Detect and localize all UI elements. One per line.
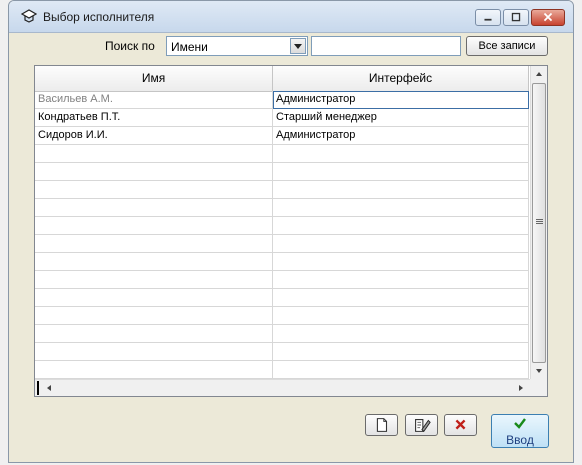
search-by-label: Поиск по [105, 39, 155, 53]
table-row[interactable]: Кондратьев П.Т. Старший менеджер [35, 109, 529, 127]
table-header: Имя Интерфейс [35, 66, 529, 92]
table-row[interactable]: Васильев А.М. Администратор [35, 91, 529, 109]
close-button[interactable] [531, 9, 565, 26]
column-header-name[interactable]: Имя [35, 66, 273, 91]
horizontal-scrollbar[interactable] [35, 379, 530, 396]
restore-icon [511, 12, 521, 22]
cell-interface[interactable] [273, 217, 529, 235]
cell-interface[interactable] [273, 325, 529, 343]
all-records-button[interactable]: Все записи [466, 36, 548, 56]
search-field-select[interactable]: Имени [166, 36, 308, 56]
arrow-up-icon [536, 72, 542, 76]
minimize-icon [484, 18, 492, 21]
cell-name[interactable]: Сидоров И.И. [35, 127, 273, 145]
table-row[interactable] [35, 289, 529, 307]
vertical-scroll-thumb[interactable] [532, 83, 546, 363]
cell-interface[interactable] [273, 181, 529, 199]
dialog-body: Поиск по Имени Все записи Имя Интерфейс … [9, 33, 573, 462]
arrow-down-icon [536, 369, 542, 373]
maximize-button[interactable] [503, 9, 529, 26]
window-title: Выбор исполнителя [43, 10, 155, 24]
cell-interface[interactable] [273, 145, 529, 163]
cell-interface[interactable] [273, 163, 529, 181]
table-row[interactable] [35, 307, 529, 325]
edit-record-button[interactable] [405, 414, 438, 436]
all-records-label: Все записи [478, 40, 536, 52]
edit-document-icon [415, 419, 431, 433]
cell-interface[interactable] [273, 361, 529, 379]
new-document-icon [376, 418, 388, 432]
cell-interface[interactable]: Администратор [273, 127, 529, 145]
arrow-left-icon [47, 385, 51, 391]
cell-interface[interactable]: Старший менеджер [273, 109, 529, 127]
close-icon [543, 12, 553, 22]
arrow-right-icon [519, 385, 523, 391]
checkmark-icon [492, 416, 548, 434]
dropdown-button[interactable] [290, 38, 306, 54]
scroll-down-button[interactable] [531, 363, 547, 379]
vertical-scrollbar[interactable] [530, 66, 547, 379]
cell-interface[interactable] [273, 343, 529, 361]
scroll-up-button[interactable] [531, 66, 547, 82]
delete-record-button[interactable] [444, 414, 477, 436]
table-row[interactable] [35, 163, 529, 181]
scroll-right-button[interactable] [513, 380, 529, 396]
cell-name[interactable] [35, 181, 273, 199]
app-icon [21, 9, 37, 23]
cell-interface[interactable] [273, 235, 529, 253]
scroll-left-button[interactable] [41, 380, 57, 396]
title-bar[interactable]: Выбор исполнителя [9, 1, 573, 33]
cell-name[interactable] [35, 145, 273, 163]
cell-name[interactable] [35, 199, 273, 217]
cell-name[interactable] [35, 235, 273, 253]
table-row[interactable] [35, 235, 529, 253]
performers-table[interactable]: Имя Интерфейс Васильев А.М. Администратор… [34, 65, 548, 397]
table-row[interactable] [35, 199, 529, 217]
table-row[interactable] [35, 253, 529, 271]
new-record-button[interactable] [365, 414, 398, 436]
table-row[interactable] [35, 145, 529, 163]
cell-interface[interactable] [273, 307, 529, 325]
search-input[interactable] [311, 36, 461, 56]
table-row[interactable] [35, 343, 529, 361]
table-row[interactable] [35, 325, 529, 343]
column-header-interface[interactable]: Интерфейс [273, 66, 529, 91]
cell-name[interactable]: Кондратьев П.Т. [35, 109, 273, 127]
cell-interface[interactable] [273, 289, 529, 307]
dialog-window: Выбор исполнителя Поиск по Имени Все зап… [8, 0, 574, 463]
cell-name[interactable] [35, 343, 273, 361]
cell-name[interactable] [35, 253, 273, 271]
chevron-down-icon [294, 44, 302, 49]
cell-name[interactable] [35, 271, 273, 289]
enter-button[interactable]: Ввод [491, 414, 549, 448]
enter-label: Ввод [506, 433, 534, 447]
cell-name[interactable] [35, 361, 273, 379]
scrollbar-corner [530, 379, 547, 396]
cell-interface[interactable] [273, 271, 529, 289]
table-row[interactable] [35, 361, 529, 379]
scroll-grip-icon [536, 219, 543, 225]
cell-name[interactable] [35, 307, 273, 325]
search-field-value: Имени [171, 40, 208, 54]
cell-name[interactable] [35, 217, 273, 235]
cell-name[interactable]: Васильев А.М. [35, 91, 273, 109]
cell-interface[interactable]: Администратор [273, 91, 529, 109]
table-row[interactable] [35, 271, 529, 289]
table-row[interactable] [35, 181, 529, 199]
table-row[interactable] [35, 217, 529, 235]
minimize-button[interactable] [475, 9, 501, 26]
cell-name[interactable] [35, 163, 273, 181]
table-row[interactable]: Сидоров И.И. Администратор [35, 127, 529, 145]
cell-name[interactable] [35, 325, 273, 343]
cell-interface[interactable] [273, 253, 529, 271]
cell-name[interactable] [35, 289, 273, 307]
table-body: Васильев А.М. Администратор Кондратьев П.Т… [35, 91, 529, 379]
delete-x-icon [455, 419, 466, 430]
cell-interface[interactable] [273, 199, 529, 217]
horizontal-scroll-thumb[interactable] [37, 381, 39, 395]
